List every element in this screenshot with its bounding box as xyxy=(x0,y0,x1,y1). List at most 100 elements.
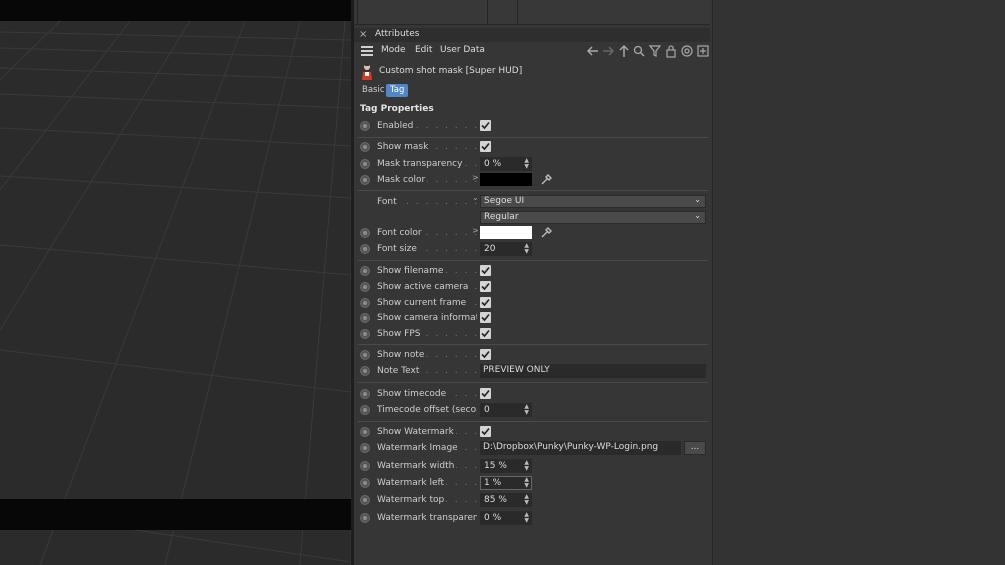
animation-radio-icon[interactable] xyxy=(360,298,370,308)
animation-radio-icon[interactable] xyxy=(360,282,370,292)
strip-column xyxy=(487,0,488,24)
timecode-offset-input[interactable]: 0 ▲ ▼ xyxy=(480,403,532,417)
3d-viewport[interactable] xyxy=(0,0,351,565)
show-current-frame-checkbox[interactable] xyxy=(480,297,491,308)
font-color-swatch[interactable] xyxy=(480,226,532,239)
field-label: . . . . . . . . . . . . . . . . . . . . … xyxy=(377,389,477,399)
animation-radio-icon[interactable] xyxy=(360,228,370,238)
menu-edit[interactable]: Edit xyxy=(415,45,432,55)
row-show-timecode: . . . . . . . . . . . . . . . . . . . . … xyxy=(354,387,710,402)
row-font-style: Regular ⌄ xyxy=(354,211,710,226)
animation-radio-icon[interactable] xyxy=(360,159,370,169)
show-timecode-checkbox[interactable] xyxy=(480,388,491,399)
attributes-panel: × Attributes Mode Edit User Data Custom … xyxy=(354,0,713,565)
mask-transparency-input[interactable]: 0 % ▲ ▼ xyxy=(480,157,532,171)
eyedropper-icon[interactable] xyxy=(540,173,553,186)
row-watermark-left: . . . . . . . . . . . . . . . . . . . . … xyxy=(354,476,710,491)
note-text-input[interactable]: PREVIEW ONLY xyxy=(480,364,706,378)
mask-color-swatch[interactable] xyxy=(480,173,532,186)
row-font: . . . . . . . . . . . . . . . . . . . . … xyxy=(354,193,710,210)
close-icon[interactable]: × xyxy=(359,29,367,40)
animation-radio-icon[interactable] xyxy=(360,427,370,437)
field-label: . . . . . . . . . . . . . . . . . . . . … xyxy=(377,142,477,152)
show-active-camera-checkbox[interactable] xyxy=(480,281,491,292)
field-label: . . . . . . . . . . . . . . . . . . . . … xyxy=(377,427,477,437)
show-filename-checkbox[interactable] xyxy=(480,265,491,276)
row-mask-color: . . . . . . . . . . . . . . . . . . . . … xyxy=(354,173,710,188)
row-show-active-camera: . . . . . . . . . . . . . . . . . . . . … xyxy=(354,280,710,295)
animation-radio-icon[interactable] xyxy=(360,121,370,131)
separator xyxy=(358,190,708,191)
panel-top-strip xyxy=(354,0,710,25)
new-panel-icon[interactable] xyxy=(696,44,710,58)
watermark-width-input[interactable]: 15 % ▲ ▼ xyxy=(480,459,532,473)
search-icon[interactable] xyxy=(632,44,646,58)
font-family-dropdown[interactable]: Segoe UI ⌄ xyxy=(480,195,706,208)
tab-basic[interactable]: Basic xyxy=(358,84,389,97)
show-note-checkbox[interactable] xyxy=(480,349,491,360)
chevron-right-icon[interactable]: > xyxy=(472,226,479,235)
separator xyxy=(358,137,708,138)
field-label: . . . . . . . . . . . . . . . . . . . . … xyxy=(377,228,477,238)
field-label: . . . . . . . . . . . . . . . . . . . . … xyxy=(377,197,477,207)
strip-column xyxy=(357,0,358,24)
font-size-input[interactable]: 20 ▲ ▼ xyxy=(480,242,532,256)
eyedropper-icon[interactable] xyxy=(540,226,553,239)
row-font-color: . . . . . . . . . . . . . . . . . . . . … xyxy=(354,226,710,241)
row-show-note: . . . . . . . . . . . . . . . . . . . . … xyxy=(354,348,710,363)
animation-radio-icon[interactable] xyxy=(360,461,370,471)
animation-radio-icon[interactable] xyxy=(360,366,370,376)
watermark-left-input[interactable]: 1 % ▲ ▼ xyxy=(480,476,532,490)
animation-radio-icon[interactable] xyxy=(360,478,370,488)
show-watermark-checkbox[interactable] xyxy=(480,426,491,437)
font-style-dropdown[interactable]: Regular ⌄ xyxy=(480,211,706,224)
field-label: Watermark transparency xyxy=(377,513,477,523)
row-show-watermark: . . . . . . . . . . . . . . . . . . . . … xyxy=(354,425,710,440)
filter-icon[interactable] xyxy=(648,44,662,58)
field-label: . . . . . . . . . . . . . . . . . . . . … xyxy=(377,298,477,308)
lock-icon[interactable] xyxy=(664,44,678,58)
field-label: . . . . . . . . . . . . . . . . . . . . … xyxy=(377,121,477,131)
animation-radio-icon[interactable] xyxy=(360,495,370,505)
animation-radio-icon[interactable] xyxy=(360,175,370,185)
animation-radio-icon[interactable] xyxy=(360,244,370,254)
watermark-top-input[interactable]: 85 % ▲ ▼ xyxy=(480,493,532,507)
object-name: Custom shot mask [Super HUD] xyxy=(379,66,523,76)
animation-radio-icon[interactable] xyxy=(360,513,370,523)
watermark-image-path-input[interactable]: D:\Dropbox\Punky\Punky-WP-Login.png xyxy=(480,441,681,455)
browse-button[interactable]: ... xyxy=(684,441,706,455)
enabled-checkbox[interactable] xyxy=(480,120,491,131)
animation-radio-icon[interactable] xyxy=(360,142,370,152)
show-fps-checkbox[interactable] xyxy=(480,328,491,339)
animation-radio-icon[interactable] xyxy=(360,329,370,339)
row-show-fps: . . . . . . . . . . . . . . . . . . . . … xyxy=(354,327,710,342)
animation-radio-icon[interactable] xyxy=(360,443,370,453)
target-icon[interactable] xyxy=(680,44,694,58)
animation-radio-icon[interactable] xyxy=(360,405,370,415)
watermark-transparency-input[interactable]: 0 % ▲ ▼ xyxy=(480,511,532,525)
row-timecode-offset: . . . . . . . . . . . . . . . . . . . . … xyxy=(354,403,710,418)
chevron-right-icon[interactable]: > xyxy=(472,173,479,182)
separator xyxy=(358,260,708,261)
field-label: . . . . . . . . . . . . . . . . . . . . … xyxy=(377,266,477,276)
tab-tag[interactable]: Tag xyxy=(386,84,409,97)
field-label: . . . . . . . . . . . . . . . . . . . . … xyxy=(377,282,477,292)
separator xyxy=(358,344,708,345)
arrow-right-icon[interactable] xyxy=(601,44,615,58)
animation-radio-icon[interactable] xyxy=(360,389,370,399)
menu-user-data[interactable]: User Data xyxy=(440,45,485,55)
animation-radio-icon[interactable] xyxy=(360,313,370,323)
viewport-letterbox-bottom xyxy=(0,499,351,530)
hamburger-menu-icon[interactable] xyxy=(361,46,373,56)
menu-mode[interactable]: Mode xyxy=(381,45,406,55)
show-mask-checkbox[interactable] xyxy=(480,141,491,152)
animation-radio-icon[interactable] xyxy=(360,266,370,276)
field-label: . . . . . . . . . . . . . . . . . . . . … xyxy=(377,366,477,376)
arrow-up-icon[interactable] xyxy=(617,44,631,58)
field-label: . . . . . . . . . . . . . . . . . . . . … xyxy=(377,159,477,169)
chevron-down-icon[interactable]: ⌄ xyxy=(472,193,479,202)
animation-radio-icon[interactable] xyxy=(360,350,370,360)
show-camera-information-checkbox[interactable] xyxy=(480,312,491,323)
arrow-left-icon[interactable] xyxy=(586,44,600,58)
empty-panel-area xyxy=(713,0,1005,565)
